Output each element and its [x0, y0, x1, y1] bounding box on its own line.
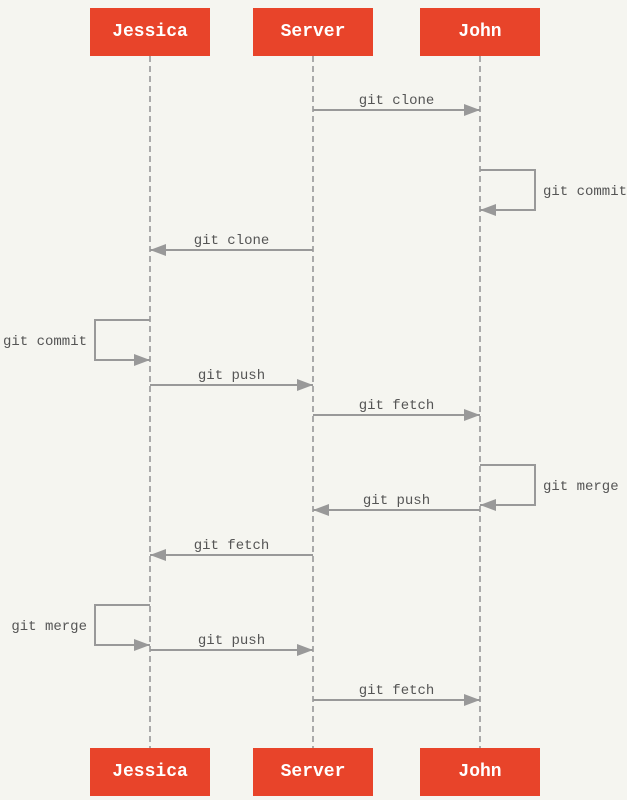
svg-text:git merge: git merge — [543, 479, 619, 495]
svg-text:git merge: git merge — [11, 619, 87, 635]
svg-text:git commit: git commit — [543, 184, 627, 200]
svg-text:git push: git push — [198, 633, 265, 649]
svg-text:git clone: git clone — [194, 233, 270, 249]
svg-text:git fetch: git fetch — [194, 538, 270, 554]
actor-server-top: Server — [253, 8, 373, 56]
svg-text:git fetch: git fetch — [359, 398, 435, 414]
svg-text:git push: git push — [363, 493, 430, 509]
actor-jessica-bottom: Jessica — [90, 748, 210, 796]
actor-john-top: John — [420, 8, 540, 56]
svg-text:git commit: git commit — [3, 334, 87, 350]
svg-text:git fetch: git fetch — [359, 683, 435, 699]
actor-john-bottom: John — [420, 748, 540, 796]
sequence-diagram: git clone git commit git clone git commit gi… — [0, 0, 627, 800]
actor-server-bottom: Server — [253, 748, 373, 796]
svg-text:git clone: git clone — [359, 93, 435, 109]
actor-jessica-top: Jessica — [90, 8, 210, 56]
svg-text:git push: git push — [198, 368, 265, 384]
